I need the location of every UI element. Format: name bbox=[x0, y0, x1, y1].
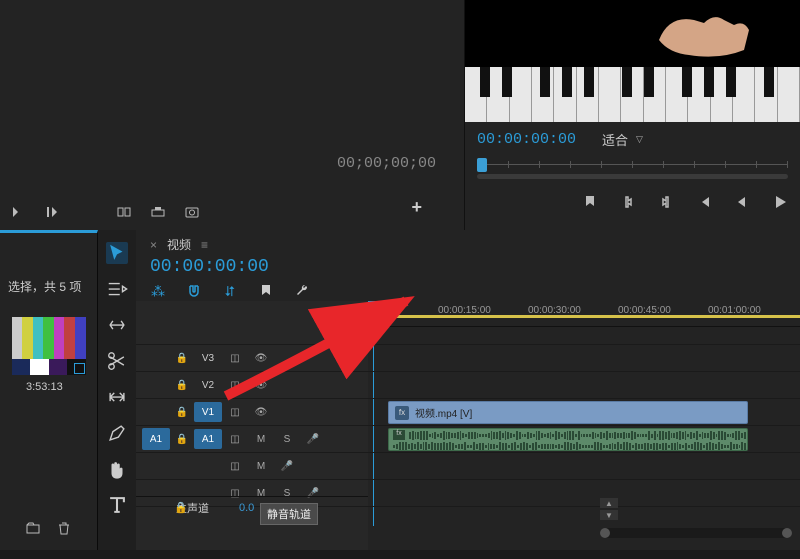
v2-target[interactable]: V2 bbox=[194, 375, 222, 395]
v3-target[interactable]: V3 bbox=[194, 348, 222, 368]
lock-icon[interactable]: 🔒 bbox=[170, 380, 194, 391]
track-header-area: 🔒 V3 ◫ 👁 🔒 V2 ◫ 👁 🔒 V1 ◫ 👁 bbox=[136, 301, 368, 550]
add-button[interactable]: + bbox=[411, 197, 422, 218]
playhead-icon[interactable] bbox=[477, 158, 487, 172]
linked-selection-icon[interactable]: ⮃ bbox=[222, 283, 238, 299]
snap-nested-icon[interactable]: ⁂ bbox=[150, 283, 166, 299]
toggle-output-icon[interactable]: ◫ bbox=[222, 380, 248, 391]
toggle-output-icon[interactable]: ◫ bbox=[222, 407, 248, 418]
tab-menu-icon[interactable]: ≡ bbox=[201, 238, 208, 252]
v2-track-lane[interactable] bbox=[368, 372, 800, 399]
sequence-tab[interactable]: 视频 bbox=[167, 236, 191, 253]
clip-duration: 3:53:13 bbox=[0, 381, 97, 393]
track-a2-header: ◫ M 🎤 bbox=[136, 453, 368, 480]
trash-icon[interactable] bbox=[56, 520, 72, 536]
settings-wrench-icon[interactable] bbox=[294, 283, 310, 299]
track-v2-header: 🔒 V2 ◫ 👁 bbox=[136, 372, 368, 399]
toggle-output-icon[interactable]: ◫ bbox=[222, 461, 248, 472]
time-ruler[interactable]: :00:00 00:00:15:00 00:00:30:00 00:00:45:… bbox=[368, 301, 800, 327]
insert-icon[interactable] bbox=[116, 204, 132, 220]
marker-tool-icon[interactable] bbox=[258, 283, 274, 299]
a1-track-lane[interactable]: fx bbox=[368, 426, 800, 453]
clip-label: 视频.mp4 [V] bbox=[415, 405, 472, 420]
lock-icon[interactable]: 🔒 bbox=[170, 353, 194, 364]
source-monitor: 00;00;00;00 + bbox=[0, 0, 465, 230]
tool-palette bbox=[98, 230, 136, 550]
hand-tool[interactable] bbox=[106, 458, 128, 480]
program-monitor: 00:00:00:00 适合 ▽ bbox=[465, 0, 800, 230]
master-track-header: 🔒 主声道 0.0 bbox=[136, 496, 368, 518]
mute-button[interactable]: M bbox=[248, 434, 274, 445]
timeline-panel: × 视频 ≡ 00:00:00:00 ⁂ ⮃ 🔒 V3 bbox=[136, 230, 800, 550]
timeline-h-scrollbar[interactable] bbox=[600, 528, 792, 538]
new-bin-icon[interactable] bbox=[25, 520, 41, 536]
bin-thumbnail[interactable] bbox=[12, 317, 86, 375]
voice-over-icon[interactable]: 🎤 bbox=[300, 434, 326, 445]
master-volume[interactable]: 0.0 bbox=[239, 502, 254, 514]
a2-track-lane[interactable] bbox=[368, 453, 800, 480]
mark-out-icon[interactable] bbox=[44, 204, 60, 220]
a2-target[interactable] bbox=[194, 456, 222, 476]
project-filter-text: 选择，共 5 项 bbox=[0, 233, 97, 303]
scrollbar-thumb[interactable] bbox=[600, 528, 610, 538]
overwrite-icon[interactable] bbox=[150, 204, 166, 220]
prev-frame-icon[interactable] bbox=[734, 194, 750, 210]
track-v1-header: 🔒 V1 ◫ 👁 bbox=[136, 399, 368, 426]
v1-track-lane[interactable]: fx 视频.mp4 [V] bbox=[368, 399, 800, 426]
timeline-playhead[interactable] bbox=[368, 301, 380, 311]
track-v3-header: 🔒 V3 ◫ 👁 bbox=[136, 345, 368, 372]
eye-icon[interactable]: 👁 bbox=[248, 353, 274, 364]
program-scrubber[interactable] bbox=[465, 156, 800, 184]
project-panel: 选择，共 5 项 3:53:13 bbox=[0, 230, 98, 550]
ripple-edit-tool[interactable] bbox=[106, 314, 128, 336]
v3-track-lane[interactable] bbox=[368, 345, 800, 372]
snap-magnet-icon[interactable] bbox=[186, 283, 202, 299]
scrollbar-thumb[interactable] bbox=[782, 528, 792, 538]
track-a1-header: A1 🔒 A1 ◫ M S 🎤 bbox=[136, 426, 368, 453]
source-timecode: 00;00;00;00 bbox=[337, 155, 436, 172]
out-bracket-icon[interactable] bbox=[658, 194, 674, 210]
marker-icon[interactable] bbox=[582, 194, 598, 210]
fit-label: 适合 bbox=[602, 130, 628, 149]
lock-icon[interactable]: 🔒 bbox=[174, 501, 188, 514]
a1-source-patch[interactable]: A1 bbox=[142, 428, 170, 450]
close-sequence-icon[interactable]: × bbox=[150, 238, 157, 252]
play-icon[interactable] bbox=[772, 194, 788, 210]
program-preview bbox=[465, 0, 800, 122]
solo-button[interactable]: S bbox=[274, 434, 300, 445]
nav-down-icon[interactable]: ▼ bbox=[600, 510, 618, 520]
work-area-bar[interactable] bbox=[368, 315, 800, 318]
step-back-icon[interactable] bbox=[696, 194, 712, 210]
selection-tool[interactable] bbox=[106, 242, 128, 264]
fx-badge-icon: fx bbox=[395, 406, 409, 420]
eye-icon[interactable]: 👁 bbox=[248, 407, 274, 418]
type-tool[interactable] bbox=[106, 494, 128, 516]
track-select-tool[interactable] bbox=[106, 278, 128, 300]
mute-button[interactable]: M bbox=[248, 461, 274, 472]
export-frame-icon[interactable] bbox=[184, 204, 200, 220]
chevron-down-icon: ▽ bbox=[636, 134, 643, 145]
pen-tool[interactable] bbox=[106, 422, 128, 444]
a1-target[interactable]: A1 bbox=[194, 429, 222, 449]
program-timecode[interactable]: 00:00:00:00 bbox=[477, 131, 576, 148]
eye-icon[interactable]: 👁 bbox=[248, 380, 274, 391]
zoom-fit-dropdown[interactable]: 适合 ▽ bbox=[594, 128, 651, 151]
audio-clip[interactable]: fx bbox=[388, 428, 748, 451]
video-clip[interactable]: fx 视频.mp4 [V] bbox=[388, 401, 748, 424]
v1-target[interactable]: V1 bbox=[194, 402, 222, 422]
voice-over-icon[interactable]: 🎤 bbox=[274, 461, 300, 472]
lock-icon[interactable]: 🔒 bbox=[170, 434, 194, 445]
timeline-timecode[interactable]: 00:00:00:00 bbox=[150, 257, 786, 277]
razor-tool[interactable] bbox=[106, 350, 128, 372]
a3-track-lane[interactable] bbox=[368, 480, 800, 507]
in-bracket-icon[interactable] bbox=[620, 194, 636, 210]
nav-up-icon[interactable]: ▲ bbox=[600, 498, 618, 508]
slip-tool[interactable] bbox=[106, 386, 128, 408]
mark-in-icon[interactable] bbox=[10, 204, 26, 220]
toggle-output-icon[interactable]: ◫ bbox=[222, 434, 248, 445]
mute-tooltip: 静音轨道 bbox=[260, 503, 318, 525]
lock-icon[interactable]: 🔒 bbox=[170, 407, 194, 418]
toggle-output-icon[interactable]: ◫ bbox=[222, 353, 248, 364]
